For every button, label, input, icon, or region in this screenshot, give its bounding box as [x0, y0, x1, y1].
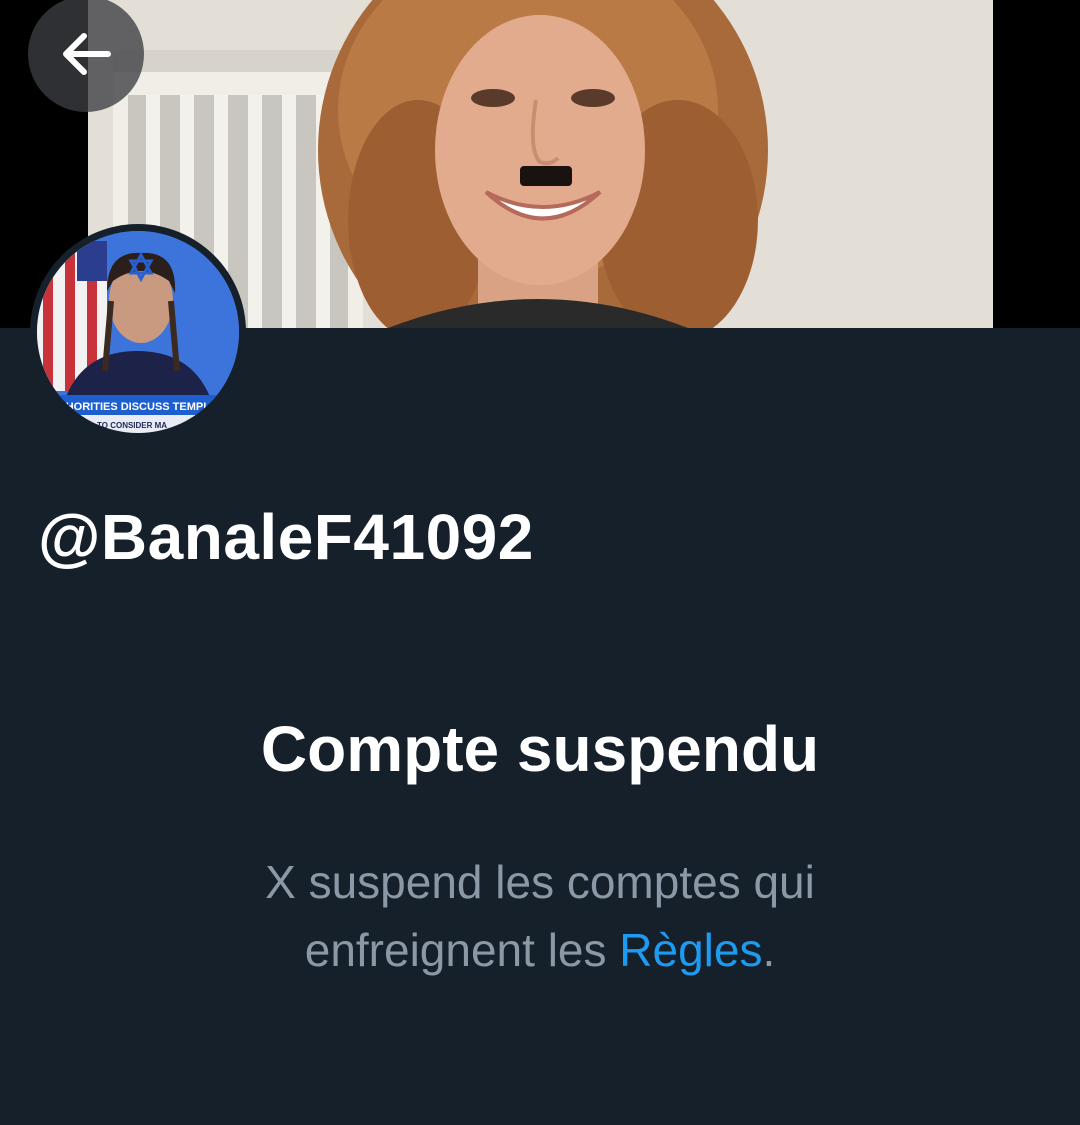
suspended-profile-screen: THORITIES DISCUSS TEMPL TO CONSIDER MA @… — [0, 0, 1080, 1125]
rules-link[interactable]: Règles — [619, 924, 762, 976]
suspension-line1: X suspend les comptes qui — [265, 856, 815, 908]
suspension-line2-prefix: enfreignent les — [304, 924, 620, 976]
suspension-line2-suffix: . — [762, 924, 776, 976]
profile-handle: @BanaleF41092 — [38, 501, 534, 573]
suspension-description: X suspend les comptes qui enfreignent le… — [150, 848, 930, 984]
avatar-caption-line1: THORITIES DISCUSS TEMPL — [59, 401, 210, 413]
avatar-caption-line2: TO CONSIDER MA — [97, 421, 167, 430]
arrow-left-icon — [63, 33, 111, 75]
profile-avatar[interactable]: THORITIES DISCUSS TEMPL TO CONSIDER MA — [30, 224, 246, 440]
back-button[interactable] — [28, 0, 144, 112]
suspension-title: Compte suspendu — [260, 713, 820, 785]
avatar-image: THORITIES DISCUSS TEMPL TO CONSIDER MA — [37, 231, 239, 433]
